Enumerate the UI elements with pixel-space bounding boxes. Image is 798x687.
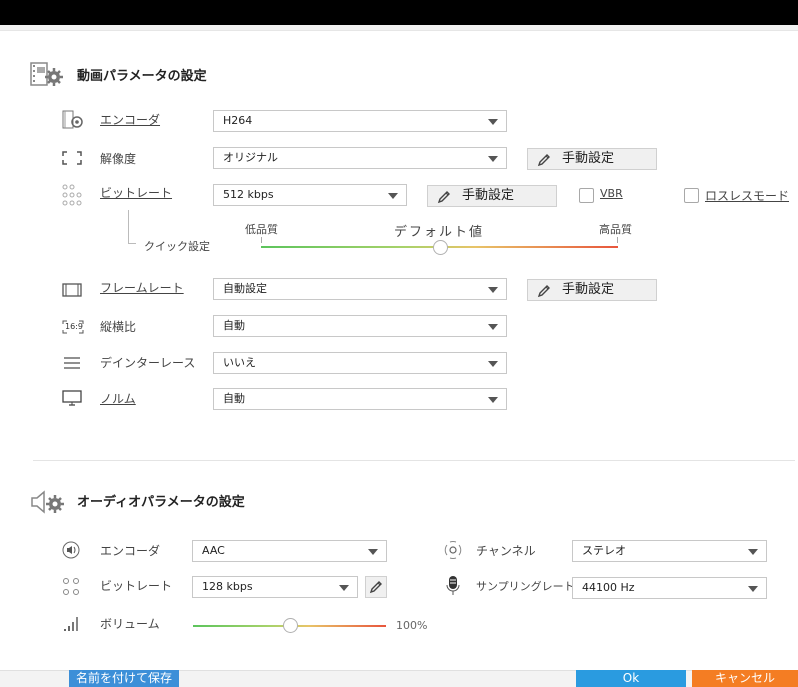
volume-value: 100% [396, 619, 428, 632]
volume-slider-handle[interactable] [282, 618, 298, 633]
lossless-checkbox[interactable] [684, 188, 699, 203]
norm-value: 自動 [223, 392, 245, 405]
sample-rate-label: サンプリングレート [476, 580, 575, 593]
audio-section-title: オーディオパラメータの設定 [77, 495, 245, 510]
audio-encoder-label: エンコーダ [100, 544, 161, 558]
framerate-manual-button[interactable]: 手動設定 [527, 279, 657, 301]
low-quality-label: 低品質 [245, 223, 278, 236]
bitrate-manual-label: 手動設定 [462, 188, 515, 203]
microphone-icon [445, 575, 461, 597]
framerate-value: 自動設定 [223, 282, 267, 295]
resolution-icon [62, 151, 82, 165]
quick-setting-label: クイック設定 [144, 240, 210, 253]
resolution-manual-button[interactable]: 手動設定 [527, 148, 657, 170]
resolution-label: 解像度 [100, 152, 137, 166]
aspect-ratio-icon-text: 16:9 [65, 322, 83, 331]
sample-rate-value: 44100 Hz [582, 581, 635, 594]
monitor-icon [62, 390, 82, 406]
low-tick [261, 237, 262, 243]
chevron-down-icon [368, 549, 378, 555]
video-encoder-select[interactable]: H264 [213, 110, 507, 132]
chevron-down-icon [748, 549, 758, 555]
chevron-down-icon [488, 361, 498, 367]
video-bitrate-value: 512 kbps [223, 188, 274, 201]
aspect-value: 自動 [223, 319, 245, 332]
high-quality-label: 高品質 [599, 223, 632, 236]
encoder-settings-icon [62, 110, 86, 130]
channel-icon [443, 540, 463, 560]
channel-value: ステレオ [582, 544, 626, 557]
bitrate-manual-button[interactable]: 手動設定 [427, 185, 557, 207]
chevron-down-icon [488, 287, 498, 293]
audio-bitrate-icon [62, 577, 82, 597]
framerate-label[interactable]: フレームレート [100, 279, 184, 296]
film-strip-icon [62, 283, 82, 297]
audio-bitrate-label: ビットレート [100, 579, 173, 593]
save-as-button[interactable]: 名前を付けて保存 [69, 670, 179, 687]
title-bar-shadow [0, 25, 798, 31]
chevron-down-icon [488, 119, 498, 125]
deinterlace-value: いいえ [223, 356, 256, 369]
video-bitrate-select[interactable]: 512 kbps [213, 184, 407, 206]
lossless-label[interactable]: ロスレスモード [705, 187, 789, 204]
audio-encoder-select[interactable]: AAC [192, 540, 387, 562]
aspect-label: 縦横比 [100, 320, 137, 334]
cancel-label: キャンセル [714, 671, 775, 685]
video-section-title: 動画パラメータの設定 [77, 69, 207, 84]
audio-encoder-value: AAC [202, 544, 225, 557]
channel-label: チャンネル [476, 544, 536, 558]
chevron-down-icon [488, 156, 498, 162]
ok-button[interactable]: Ok [576, 670, 686, 687]
aspect-ratio-icon: 16:9 [62, 320, 84, 334]
pencil-icon [537, 284, 551, 298]
volume-label: ボリューム [100, 617, 160, 631]
chevron-down-icon [339, 585, 349, 591]
vbr-checkbox[interactable] [579, 188, 594, 203]
chevron-down-icon [488, 397, 498, 403]
audio-bitrate-edit-button[interactable] [365, 576, 387, 598]
video-encoder-label[interactable]: エンコーダ [100, 111, 160, 128]
deinterlace-icon [62, 356, 82, 370]
norm-select[interactable]: 自動 [213, 388, 507, 410]
pencil-icon [369, 580, 383, 594]
volume-bars-icon [62, 614, 82, 632]
tree-connector [128, 210, 136, 244]
bitrate-dots-icon [62, 184, 82, 206]
section-divider [33, 460, 795, 461]
sample-rate-select[interactable]: 44100 Hz [572, 577, 767, 599]
deinterlace-label: デインターレース [100, 356, 196, 370]
deinterlace-select[interactable]: いいえ [213, 352, 507, 374]
vbr-label[interactable]: VBR [600, 187, 623, 200]
resolution-select[interactable]: オリジナル [213, 147, 507, 169]
audio-bitrate-select[interactable]: 128 kbps [192, 576, 358, 598]
resolution-value: オリジナル [223, 151, 278, 164]
video-bitrate-label[interactable]: ビットレート [100, 184, 172, 201]
chevron-down-icon [488, 324, 498, 330]
title-bar [0, 0, 798, 25]
high-tick [617, 237, 618, 243]
pencil-icon [437, 190, 451, 204]
audio-bitrate-value: 128 kbps [202, 580, 253, 593]
chevron-down-icon [748, 586, 758, 592]
channel-select[interactable]: ステレオ [572, 540, 767, 562]
framerate-manual-label: 手動設定 [562, 282, 615, 297]
speaker-icon [62, 541, 80, 559]
video-encoder-value: H264 [223, 114, 253, 127]
default-value-label: デフォルト値 [394, 225, 485, 240]
audio-settings-icon [30, 489, 66, 515]
video-settings-icon [30, 62, 66, 88]
aspect-select[interactable]: 自動 [213, 315, 507, 337]
framerate-select[interactable]: 自動設定 [213, 278, 507, 300]
ok-label: Ok [622, 671, 640, 685]
resolution-manual-label: 手動設定 [562, 151, 615, 166]
quick-setting-slider-handle[interactable] [432, 240, 448, 255]
chevron-down-icon [388, 193, 398, 199]
cancel-button[interactable]: キャンセル [692, 670, 798, 687]
pencil-icon [537, 153, 551, 167]
save-as-label: 名前を付けて保存 [75, 671, 172, 685]
norm-label[interactable]: ノルム [100, 390, 136, 407]
